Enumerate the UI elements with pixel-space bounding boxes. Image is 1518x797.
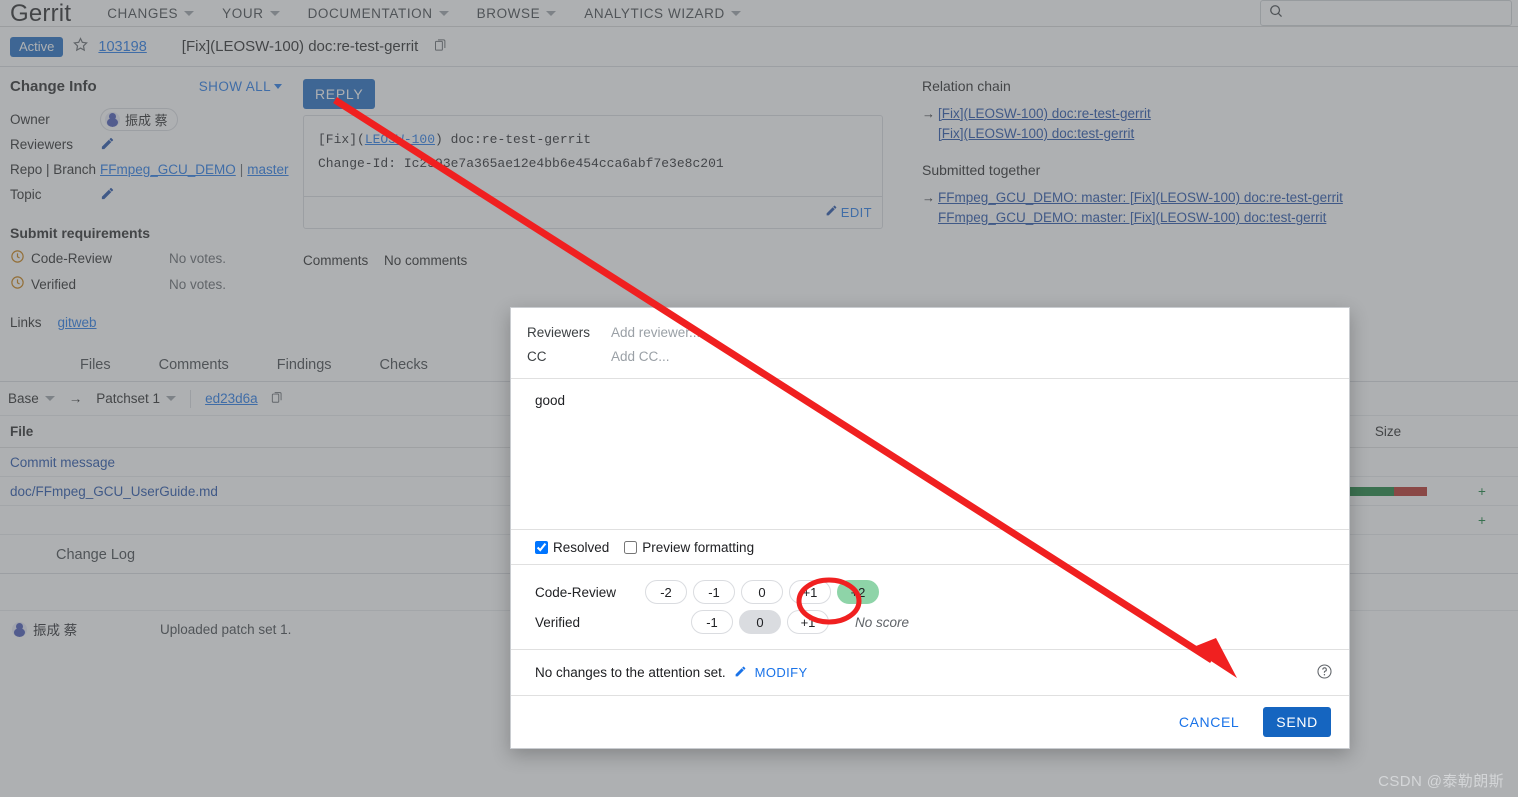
- vote-button-plus1[interactable]: +1: [787, 610, 829, 634]
- add-cc-input[interactable]: Add CC...: [611, 349, 670, 364]
- cancel-button[interactable]: CANCEL: [1173, 713, 1245, 731]
- reply-vote-section: Code-Review -2 -1 0 +1 +2 Verified -1 0 …: [511, 565, 1349, 650]
- vote-button-zero[interactable]: 0: [739, 610, 781, 634]
- vote-button-minus2[interactable]: -2: [645, 580, 687, 604]
- add-reviewer-input[interactable]: Add reviewer...: [611, 325, 700, 340]
- vote-buttons: -2 -1 0 +1 +2: [645, 580, 879, 604]
- preview-formatting-label: Preview formatting: [642, 539, 755, 555]
- label-row-verified: Verified -1 0 +1 No score: [535, 607, 1349, 637]
- label-row-code-review: Code-Review -2 -1 0 +1 +2: [535, 577, 1349, 607]
- reply-options: Resolved Preview formatting: [511, 530, 1349, 565]
- resolved-label: Resolved: [553, 539, 610, 555]
- vote-button-minus1[interactable]: -1: [691, 610, 733, 634]
- reviewers-row: Reviewers Add reviewer...: [527, 320, 1349, 344]
- resolved-checkbox-wrap[interactable]: Resolved: [535, 540, 609, 555]
- resolved-checkbox[interactable]: [535, 540, 548, 554]
- reviewers-label: Reviewers: [527, 324, 591, 340]
- cc-label: CC: [527, 348, 547, 364]
- reply-dialog: Reviewers Add reviewer... CC Add CC... g…: [510, 307, 1350, 749]
- vote-button-plus2[interactable]: +2: [837, 580, 879, 604]
- reply-people-section: Reviewers Add reviewer... CC Add CC...: [511, 308, 1349, 378]
- send-button[interactable]: SEND: [1263, 707, 1331, 737]
- preview-formatting-checkbox[interactable]: [624, 540, 638, 554]
- label-name: Code-Review: [535, 584, 617, 600]
- attention-set-row: No changes to the attention set. MODIFY: [511, 650, 1349, 696]
- reply-dialog-actions: CANCEL SEND: [511, 696, 1349, 748]
- modify-pencil-icon[interactable]: [734, 665, 747, 681]
- vote-button-zero[interactable]: 0: [741, 580, 783, 604]
- preview-formatting-checkbox-wrap[interactable]: Preview formatting: [624, 540, 754, 555]
- reply-message-textarea[interactable]: good: [511, 378, 1349, 530]
- attention-set-text: No changes to the attention set.: [535, 665, 726, 680]
- vote-button-minus1[interactable]: -1: [693, 580, 735, 604]
- watermark: CSDN @泰勒朗斯: [1378, 773, 1504, 790]
- modify-attention-button[interactable]: MODIFY: [755, 665, 808, 680]
- cc-row: CC Add CC...: [527, 344, 1349, 368]
- verified-score-text: No score: [855, 614, 910, 630]
- help-icon[interactable]: [1316, 663, 1333, 683]
- vote-button-plus1[interactable]: +1: [789, 580, 831, 604]
- vote-buttons: -1 0 +1: [691, 610, 829, 634]
- label-name: Verified: [535, 614, 581, 630]
